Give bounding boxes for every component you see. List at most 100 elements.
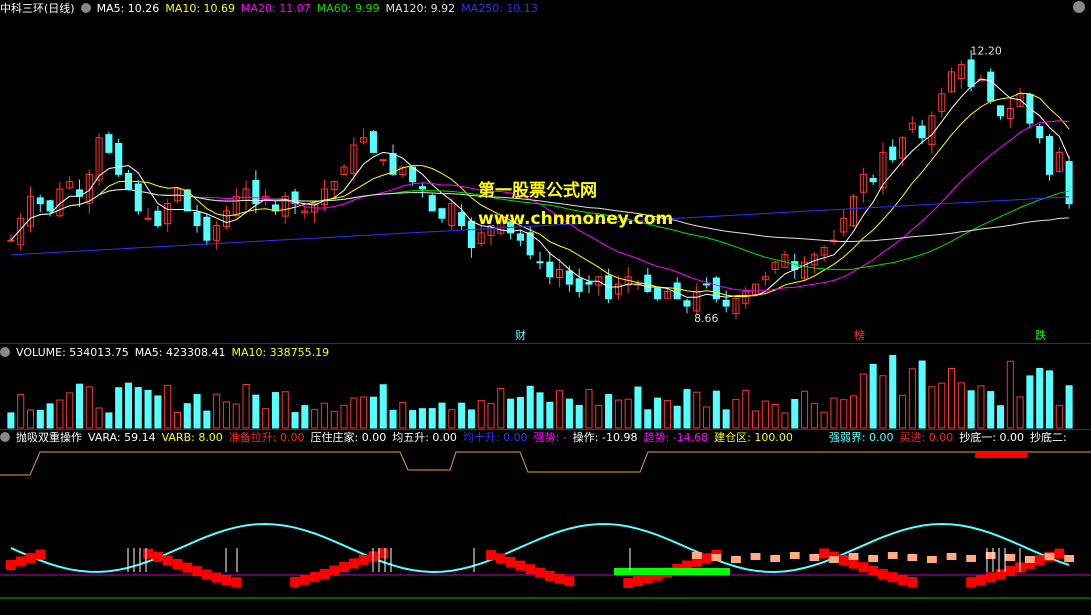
price-candle <box>869 177 877 183</box>
volume-bar <box>605 394 613 429</box>
jcq-label: 建仓区: 100.00 <box>714 431 793 444</box>
volume-bar <box>654 397 662 429</box>
volume-bar <box>242 384 250 429</box>
volume-header: VOLUME: 534013.75 MA5: 423308.41 MA10: 338… <box>0 345 335 361</box>
volume-bar <box>820 411 828 429</box>
indicator-red-block <box>6 560 16 570</box>
indicator-tan-block <box>731 556 741 563</box>
price-candle <box>516 233 524 241</box>
volume-bar <box>556 390 564 429</box>
volume-bar <box>898 394 907 429</box>
jws-label: 均五升: 0.00 <box>392 431 457 444</box>
volume-bar <box>75 383 84 429</box>
qs2-label: 趋势: -14.68 <box>643 431 709 444</box>
jss-label: 均十升: 0.00 <box>462 431 528 444</box>
volume-bar <box>526 385 534 429</box>
price-candle <box>115 143 123 175</box>
indicator-step-line <box>0 451 1091 476</box>
price-candle <box>918 125 926 139</box>
volume-title: VOLUME: 534013.75 <box>16 346 129 359</box>
indicator-tan-block <box>789 552 800 559</box>
volume-bar <box>693 391 701 429</box>
price-candle <box>654 287 662 300</box>
watermark-url: www.chnmoney.com <box>478 209 674 229</box>
indicator-tan-block <box>1044 553 1055 560</box>
volume-bar <box>281 391 289 429</box>
volume-bar <box>850 395 858 429</box>
indicator-red-block <box>15 556 26 567</box>
indicator-red-block <box>309 572 320 583</box>
volume-bar <box>810 402 818 429</box>
volume-bar <box>918 360 926 429</box>
volume-bar <box>575 404 583 429</box>
indicator-red-block <box>701 553 712 564</box>
volume-bar <box>889 355 897 429</box>
indicator-red-block <box>486 550 496 561</box>
price-candle <box>722 299 730 307</box>
indicator-tan-block <box>711 554 722 561</box>
volume-bar <box>1036 368 1044 429</box>
indicator-red-block <box>319 568 330 579</box>
indicator-red-block <box>887 572 898 583</box>
indicator-red-block <box>525 564 536 575</box>
indicator-red-block <box>162 555 173 566</box>
volume-bar <box>350 397 358 429</box>
indicator-red-block <box>878 569 888 580</box>
indicator-tan-block <box>946 553 957 560</box>
indicator-red-block <box>221 575 232 586</box>
volume-toggle-icon[interactable] <box>0 347 10 357</box>
price-candle <box>134 183 142 212</box>
volume-bar <box>712 390 720 429</box>
indicator-red-block <box>299 574 310 585</box>
volume-bar <box>546 401 554 429</box>
low-price-label: 8.66 <box>694 312 719 325</box>
volume-bar <box>66 392 74 429</box>
volume-bar <box>173 411 182 429</box>
indicator-red-block <box>515 560 526 571</box>
indicator-red-block <box>192 566 202 577</box>
volume-bar <box>614 399 622 429</box>
volume-bar <box>565 398 573 429</box>
volume-bar <box>428 408 436 429</box>
volume-bar <box>183 403 191 429</box>
indicator-header: 抛吸双重操作 VARA: 59.14 VARB: 8.00 准备拉升: 0.00 压住庄… <box>0 430 1073 446</box>
volume-bar <box>330 410 338 429</box>
volume-bar <box>7 412 15 429</box>
indicator-tan-block <box>927 556 937 563</box>
volume-bar <box>752 410 760 429</box>
volume-bar <box>301 405 309 429</box>
indicator-red-block <box>1054 548 1065 559</box>
volume-bar <box>193 394 201 429</box>
indicator-tan-block <box>868 555 879 562</box>
indicator-toggle-icon[interactable] <box>0 432 10 442</box>
indicator-tan-block <box>750 553 761 560</box>
volume-bar <box>908 368 916 429</box>
volume-bar <box>801 390 809 429</box>
indicator-red-block <box>339 562 349 573</box>
indicator-tan-block <box>1005 554 1016 561</box>
price-candle <box>683 300 691 307</box>
watermark-title: 第一股票公式网 <box>478 181 597 201</box>
volume-bar <box>36 409 44 429</box>
volume-bar <box>124 382 133 429</box>
indicator-red-block <box>290 576 300 587</box>
volume-bar <box>320 402 328 429</box>
volume-bar <box>781 412 789 429</box>
volume-bar <box>271 392 279 429</box>
indicator-red-block <box>819 548 830 559</box>
indicator-tan-block <box>770 555 781 562</box>
event-marker: 财 <box>515 328 526 342</box>
price-candle <box>967 59 975 88</box>
volume-bar <box>722 409 730 429</box>
indicator-red-block <box>642 573 653 584</box>
volume-bar <box>869 363 877 429</box>
cdy-label: 抄底一: 0.00 <box>959 431 1024 444</box>
indicator-tan-block <box>907 554 918 561</box>
indicator-red-block <box>495 553 506 564</box>
indicator-red-block <box>544 570 555 581</box>
volume-bar <box>536 392 544 429</box>
indicator-red-block <box>966 577 977 588</box>
volume-bar <box>879 375 887 429</box>
indicator-tan-block <box>887 552 898 559</box>
indicator-red-block <box>172 558 183 569</box>
